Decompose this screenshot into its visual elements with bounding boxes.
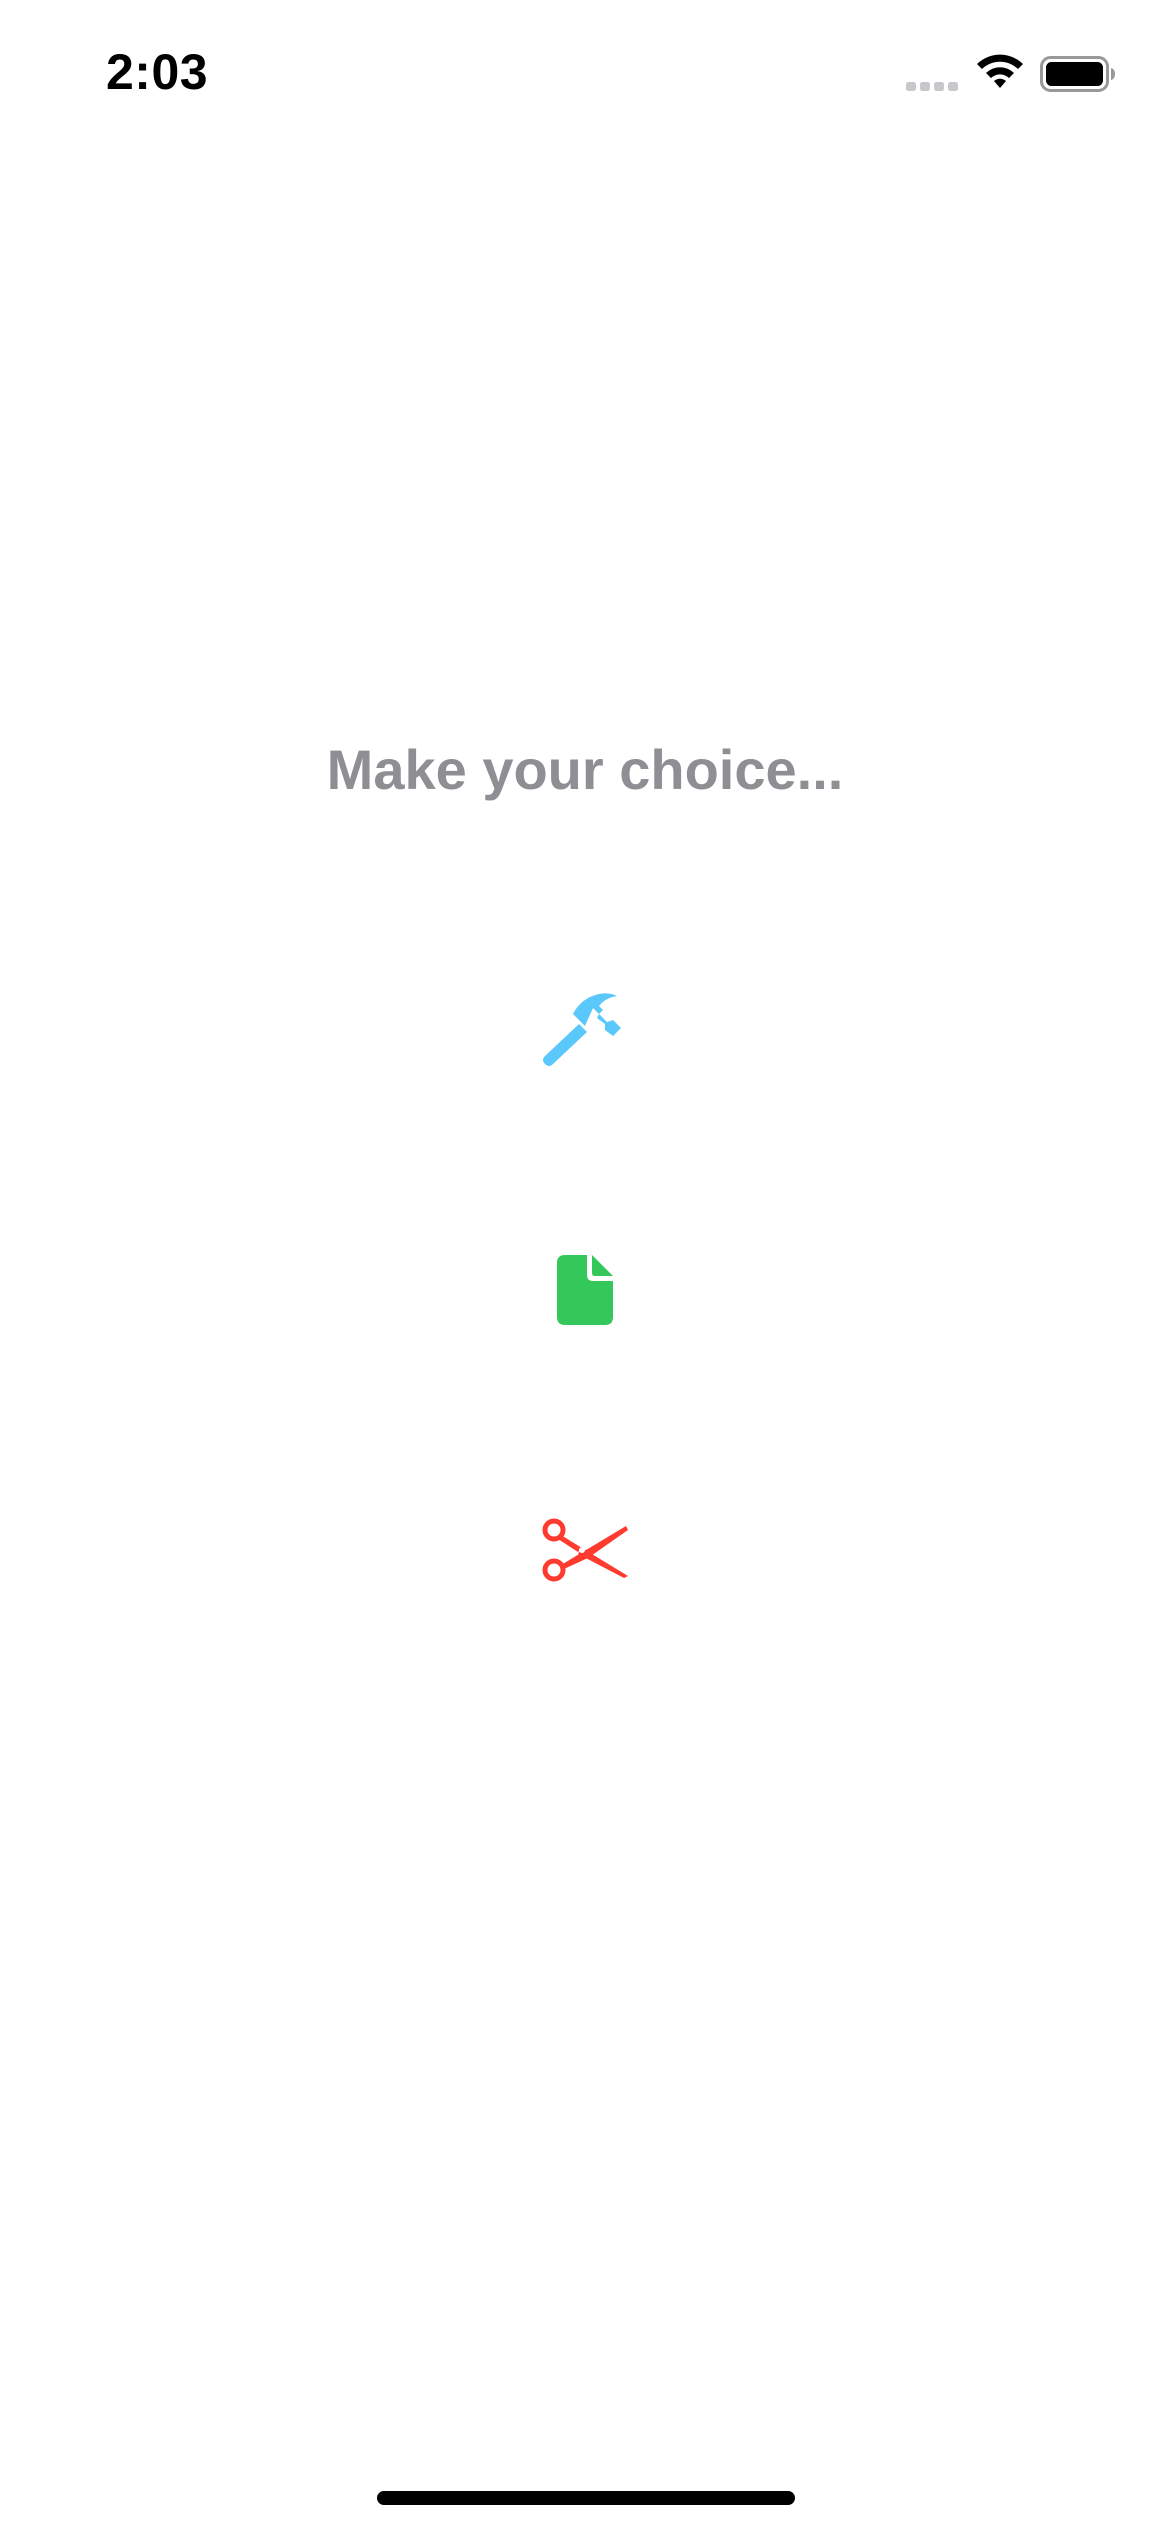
status-bar: 2:03 (0, 0, 1170, 150)
status-time: 2:03 (106, 44, 209, 100)
cellular-signal-icon (906, 82, 958, 91)
battery-icon (1040, 56, 1115, 92)
scissors-icon (542, 1518, 628, 1582)
paper-choice-button[interactable] (505, 1210, 665, 1370)
rock-choice-button[interactable] (505, 950, 665, 1110)
prompt-title: Make your choice... (326, 738, 844, 801)
hammer-icon (543, 993, 621, 1066)
scissors-choice-button[interactable] (505, 1470, 665, 1630)
document-icon (557, 1255, 613, 1325)
home-indicator[interactable] (377, 2491, 795, 2505)
wifi-icon (977, 54, 1023, 88)
